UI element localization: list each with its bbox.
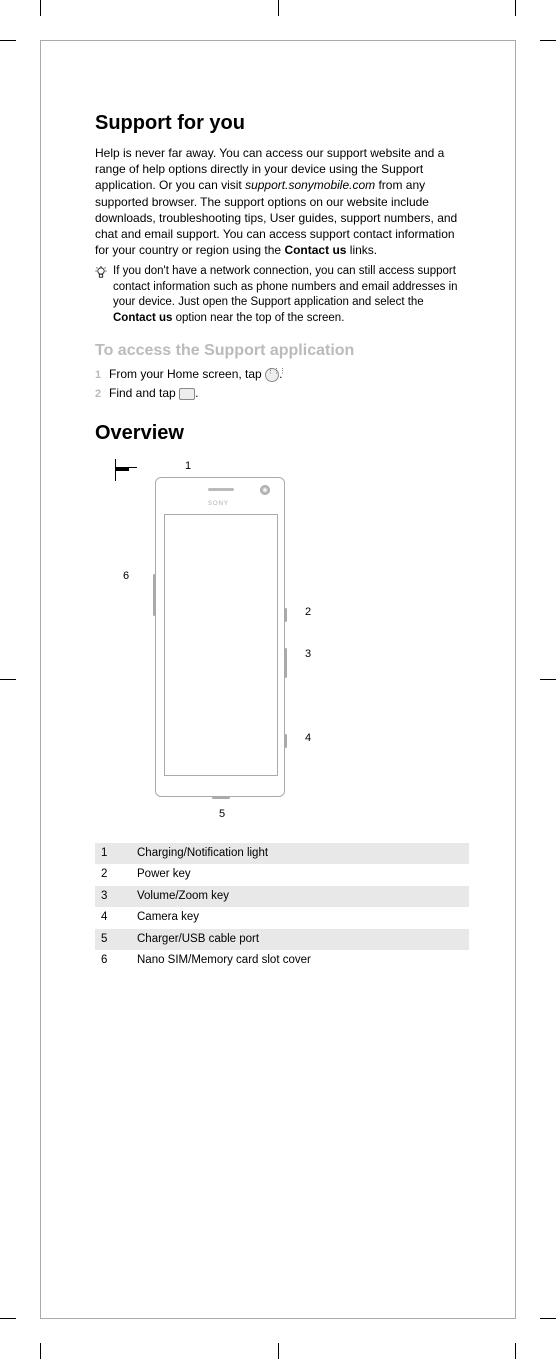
step-2-text-a: Find and tap [109,386,179,400]
volume-key-btn [284,648,287,678]
camera-key-btn [284,734,287,748]
diagram-label-6: 6 [123,569,129,584]
diagram-label-2: 2 [305,605,311,620]
part-number: 5 [95,929,131,951]
tip-text-b: option near the top of the screen. [172,312,344,324]
diagram-label-4: 4 [305,731,311,746]
usb-port [212,796,230,799]
apps-icon [265,368,279,382]
phone-outline: SONY [155,477,285,797]
table-row: 6Nano SIM/Memory card slot cover [95,950,469,972]
leader-1 [115,459,116,467]
step-1-number: 1 [95,368,109,383]
part-number: 3 [95,886,131,908]
heading-overview: Overview [95,420,469,447]
contact-us-bold-1: Contact us [284,243,346,257]
table-row: 2Power key [95,864,469,886]
support-text-c: links. [346,243,377,257]
step-2: 2 Find and tap . [95,385,469,402]
phone-brand-logo: SONY [208,500,229,508]
tip-icon [95,264,113,326]
tip-text-a: If you don't have a network connection, … [113,265,458,308]
part-number: 1 [95,843,131,865]
power-key-btn [284,608,287,622]
phone-speaker [208,488,234,491]
part-label: Charging/Notification light [131,843,469,865]
part-label: Volume/Zoom key [131,886,469,908]
step-2-text: Find and tap . [109,385,469,401]
page-content: Support for you Help is never far away. … [95,110,469,972]
diagram-label-3: 3 [305,647,311,662]
phone-front-camera [260,485,270,495]
xperia-care-icon [179,388,195,400]
table-row: 4Camera key [95,907,469,929]
part-label: Nano SIM/Memory card slot cover [131,950,469,972]
steps-list: 1 From your Home screen, tap . 2 Find an… [95,366,469,402]
part-label: Power key [131,864,469,886]
device-diagram: SONY 1 6 2 3 4 5 [115,459,365,829]
sim-slot-cover [153,574,156,616]
leader-4 [115,470,129,471]
step-1: 1 From your Home screen, tap . [95,366,469,383]
step-1-text: From your Home screen, tap . [109,366,469,382]
heading-access-support: To access the Support application [95,340,469,362]
contact-us-bold-2: Contact us [113,312,172,324]
step-1-text-a: From your Home screen, tap [109,367,265,381]
part-number: 2 [95,864,131,886]
tip-text: If you don't have a network connection, … [113,264,469,326]
parts-legend-table: 1Charging/Notification light2Power key3V… [95,843,469,972]
table-row: 5Charger/USB cable port [95,929,469,951]
support-link: support.sonymobile.com [245,178,375,192]
support-paragraph: Help is never far away. You can access o… [95,145,469,258]
phone-screen [164,514,278,776]
tip-block: If you don't have a network connection, … [95,264,469,326]
step-2-text-b: . [195,386,198,400]
table-row: 1Charging/Notification light [95,843,469,865]
leader-5 [115,471,116,481]
part-label: Camera key [131,907,469,929]
part-number: 6 [95,950,131,972]
table-row: 3Volume/Zoom key [95,886,469,908]
diagram-label-1: 1 [185,459,191,474]
diagram-label-5: 5 [219,807,225,822]
heading-support: Support for you [95,110,469,137]
part-number: 4 [95,907,131,929]
step-2-number: 2 [95,387,109,402]
part-label: Charger/USB cable port [131,929,469,951]
